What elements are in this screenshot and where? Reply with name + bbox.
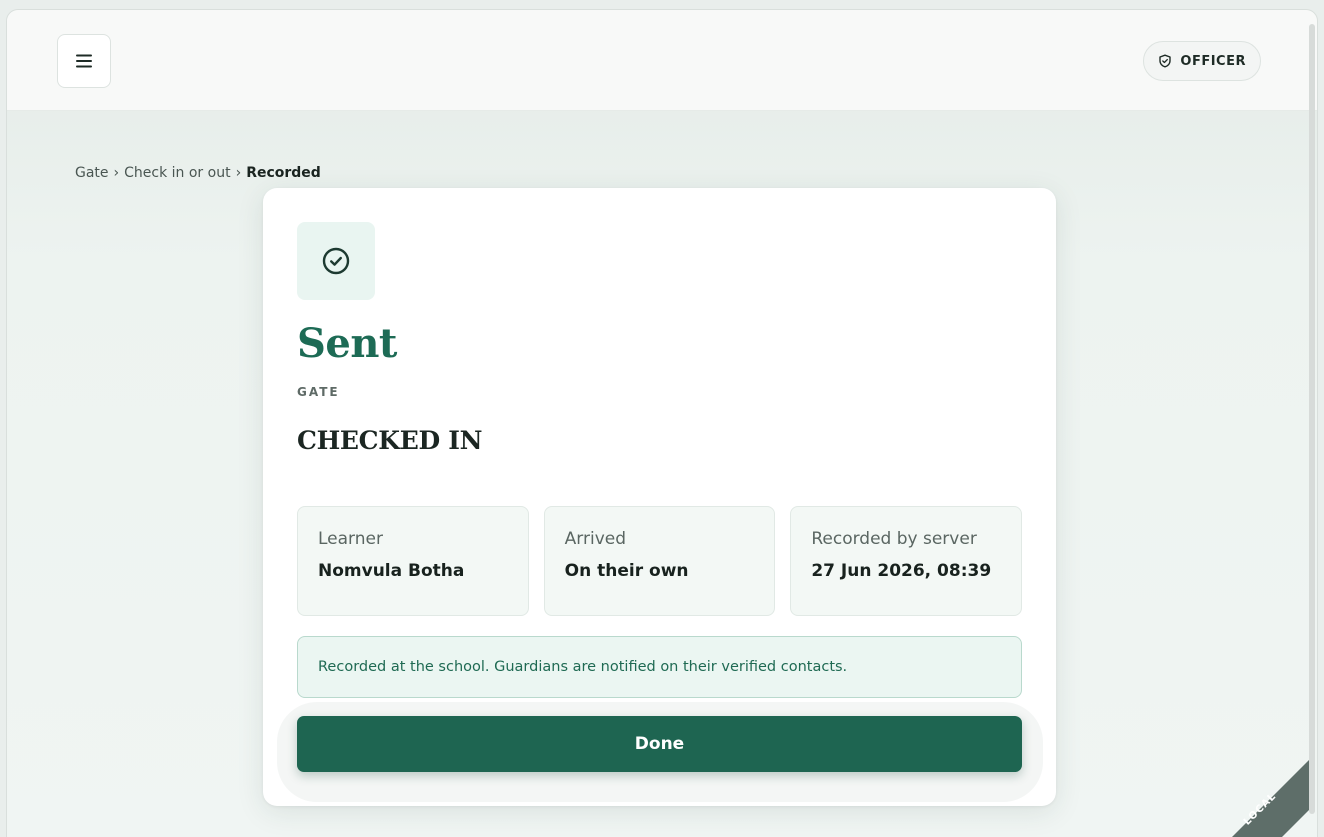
check-circle-icon (322, 247, 350, 275)
result-title: Sent (297, 320, 397, 367)
detail-label: Arrived (564, 529, 627, 549)
breadcrumb: Gate › Check in or out › Recorded (75, 165, 321, 181)
environment-ribbon: LOCAL (1159, 708, 1309, 837)
result-eyebrow: GATE (297, 385, 340, 399)
scrollbar[interactable] (1309, 24, 1315, 814)
detail-learner: Learner Nomvula Botha (297, 506, 529, 616)
breadcrumb-gate[interactable]: Gate (75, 165, 109, 181)
environment-label: LOCAL (1242, 791, 1279, 828)
breadcrumb-separator: › (113, 165, 120, 181)
breadcrumb-current: Recorded (246, 165, 321, 181)
notification-notice: Recorded at the school. Guardians are no… (297, 636, 1022, 698)
menu-button[interactable] (57, 34, 111, 88)
hamburger-menu-icon (76, 54, 92, 68)
details-row: Learner Nomvula Botha Arrived On their o… (297, 506, 1023, 616)
role-label: OFFICER (1180, 53, 1246, 69)
breadcrumb-separator: › (235, 165, 242, 181)
app-window: OFFICER Gate › Check in or out › Recorde… (6, 9, 1318, 837)
breadcrumb-check-in-or-out[interactable]: Check in or out (124, 165, 230, 181)
detail-label: Learner (318, 529, 383, 549)
success-tile (297, 222, 375, 300)
environment-ribbon-shape: LOCAL (1232, 760, 1309, 837)
top-bar: OFFICER (7, 10, 1317, 111)
result-card: Sent GATE CHECKED IN Learner Nomvula Bot… (263, 188, 1056, 806)
detail-value: Nomvula Botha (318, 561, 465, 581)
detail-value: On their own (564, 561, 689, 581)
role-badge[interactable]: OFFICER (1143, 41, 1261, 81)
done-button[interactable]: Done (297, 716, 1022, 772)
detail-value: 27 Jun 2026, 08:39 (811, 561, 992, 581)
detail-label: Recorded by server (811, 529, 977, 549)
detail-arrived: Arrived On their own (543, 506, 776, 616)
result-status: CHECKED IN (297, 426, 483, 455)
detail-recorded-by-server: Recorded by server 27 Jun 2026, 08:39 (790, 506, 1023, 616)
shield-icon (1159, 54, 1172, 68)
